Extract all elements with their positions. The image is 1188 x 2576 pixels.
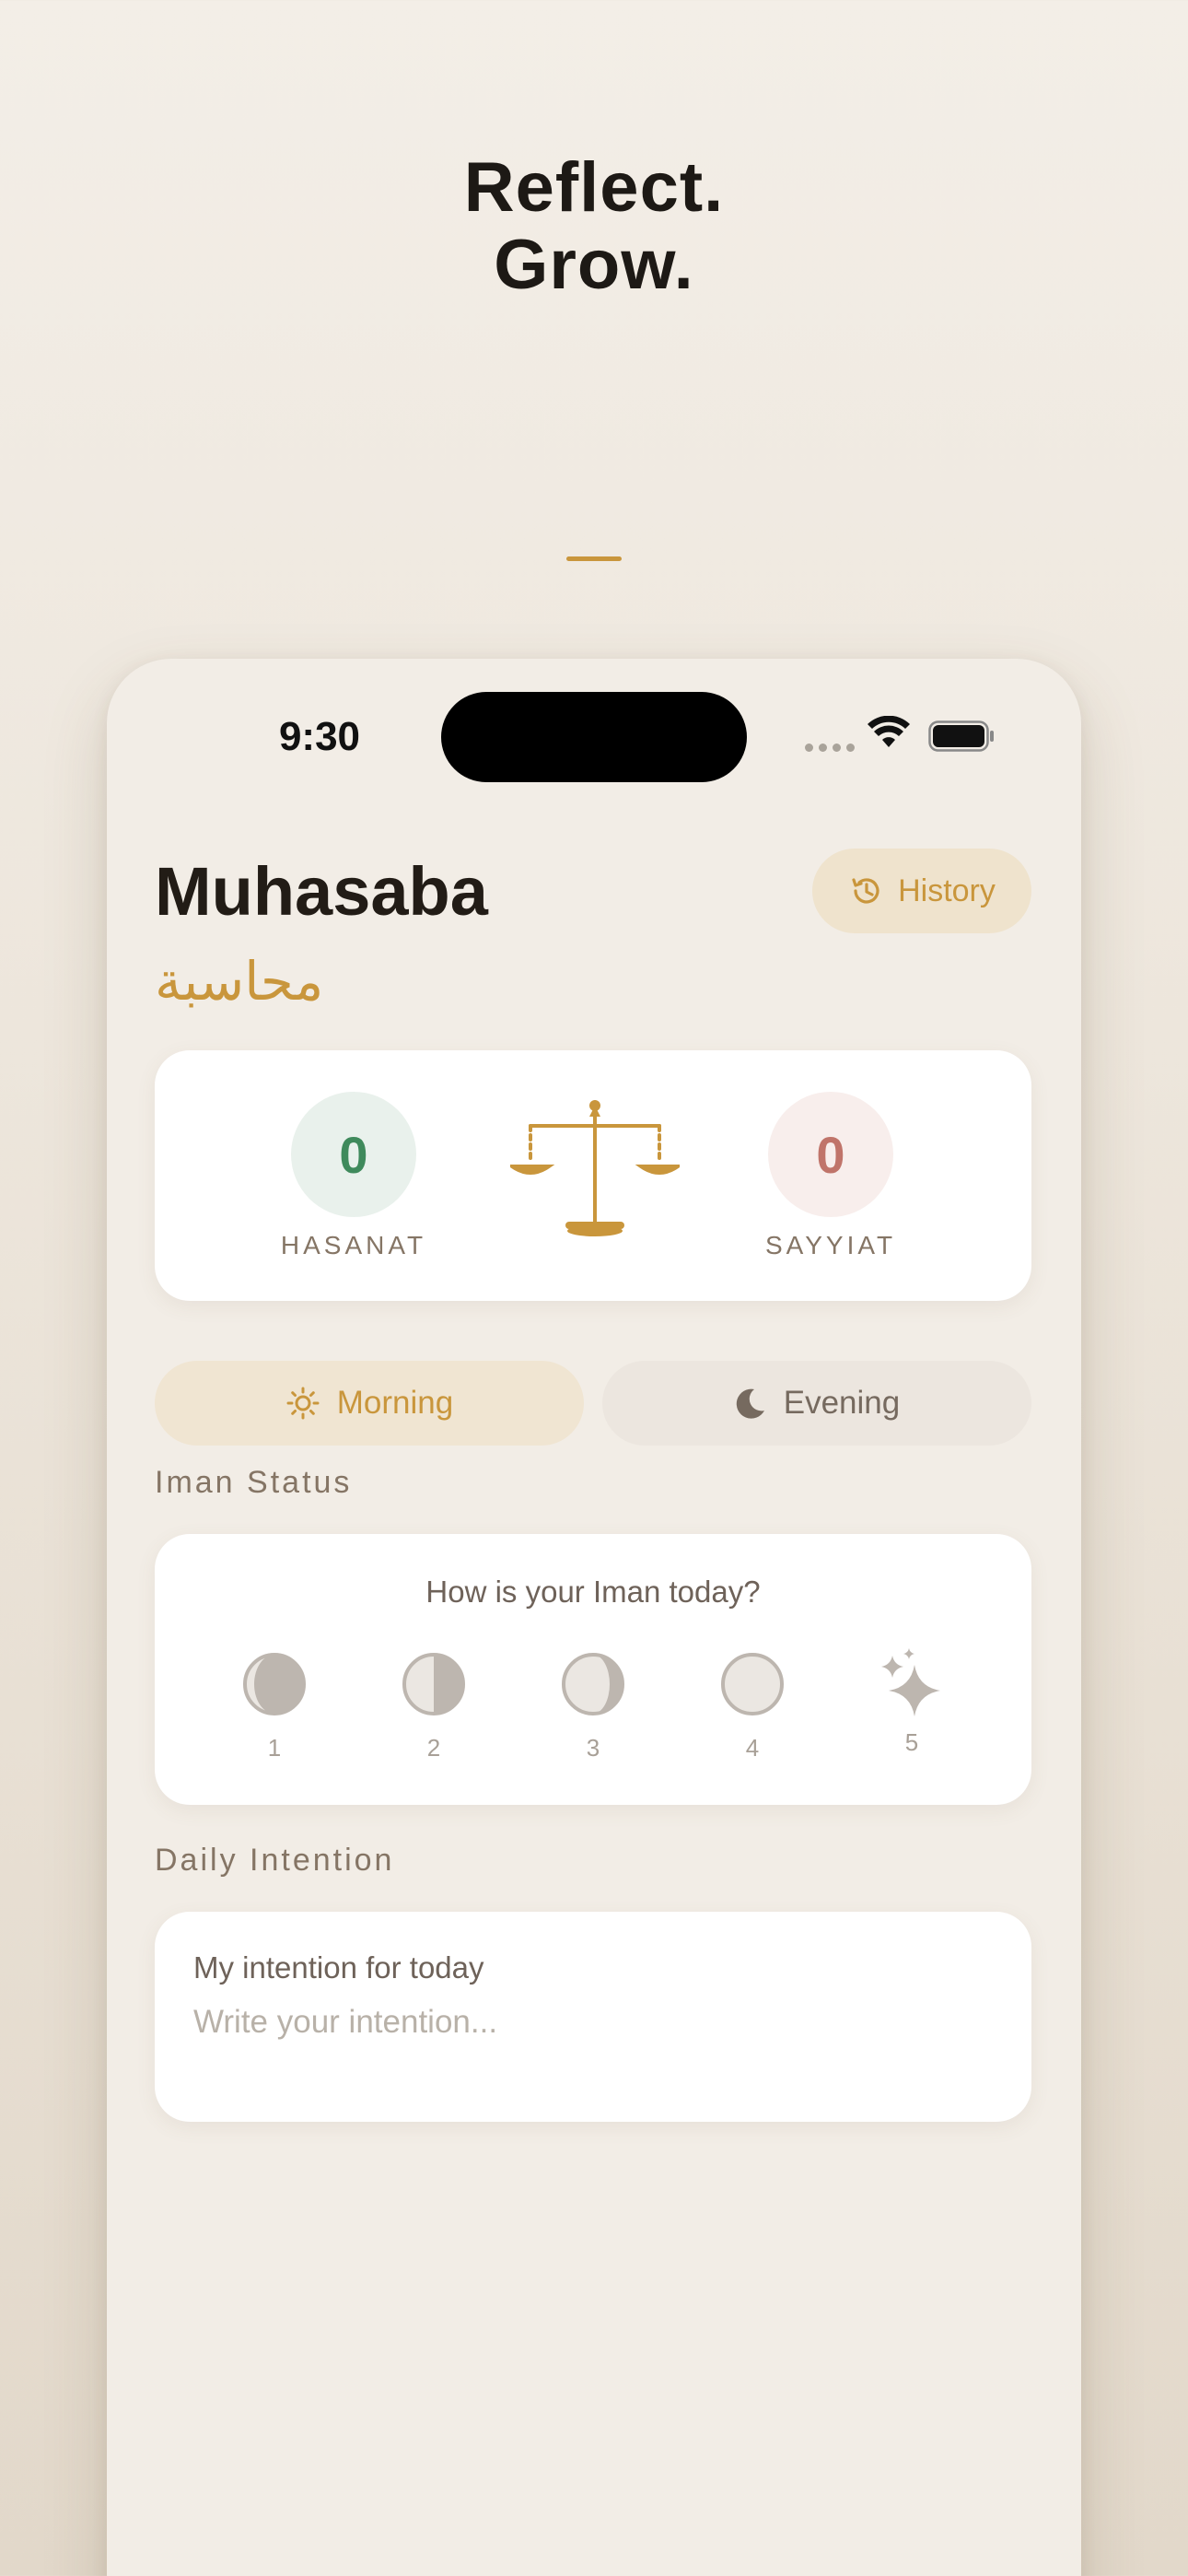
iman-section-label: Iman Status	[155, 1465, 353, 1500]
sayyiat-counter[interactable]: 0	[768, 1092, 893, 1217]
intention-input[interactable]	[193, 2004, 985, 2041]
status-time: 9:30	[278, 714, 361, 759]
hasanat-label: HASANAT	[280, 1231, 427, 1259]
intention-card: My intention for today	[155, 1912, 1031, 2122]
sun-icon	[286, 1387, 320, 1420]
promo-headline: Reflect. Grow.	[0, 149, 1188, 304]
cellular-signal-icon	[805, 744, 855, 752]
battery-icon	[928, 720, 994, 752]
iman-option-3[interactable]: 3	[547, 1652, 639, 1762]
iman-option-4-number: 4	[745, 1734, 760, 1762]
moon-phase-4-icon	[721, 1653, 784, 1715]
sayyiat-label: SAYYIAT	[764, 1231, 897, 1259]
intention-label: My intention for today	[193, 1950, 484, 1985]
moon-phase-1-icon	[243, 1653, 306, 1715]
iman-option-4[interactable]: 4	[706, 1652, 798, 1762]
evening-tab[interactable]: Evening	[602, 1361, 1031, 1446]
history-button-label: History	[898, 872, 996, 908]
sparkles-icon	[881, 1648, 940, 1716]
scale-card: 0 HASANAT 0 SAYYIAT	[155, 1050, 1031, 1301]
morning-tab[interactable]: Morning	[155, 1361, 584, 1446]
evening-tab-label: Evening	[783, 1385, 901, 1421]
iman-option-5[interactable]: 5	[866, 1646, 958, 1757]
iman-option-5-number: 5	[904, 1728, 919, 1756]
promo-line-2: Grow.	[494, 226, 694, 304]
history-icon	[852, 878, 879, 904]
balance-scale-icon	[510, 1100, 680, 1236]
hasanat-counter[interactable]: 0	[291, 1092, 416, 1217]
moon-phase-3-icon	[562, 1653, 624, 1715]
iman-card: How is your Iman today? 1 2 3 4 5	[155, 1534, 1031, 1805]
iman-option-1[interactable]: 1	[228, 1652, 320, 1762]
page-title: Muhasaba	[155, 853, 488, 930]
dynamic-island	[441, 692, 747, 782]
phone-frame: 9:30 Muhasaba محاسبة History 0 HASANAT 0…	[107, 659, 1081, 2576]
promo-line-1: Reflect.	[463, 148, 725, 227]
iman-option-1-number: 1	[267, 1734, 282, 1762]
morning-tab-label: Morning	[336, 1385, 454, 1421]
iman-option-2-number: 2	[426, 1734, 441, 1762]
wifi-icon	[868, 716, 910, 747]
history-button[interactable]: History	[812, 849, 1031, 933]
intention-section-label: Daily Intention	[155, 1843, 395, 1878]
page-subtitle-arabic: محاسبة	[155, 950, 324, 1013]
iman-question: How is your Iman today?	[425, 1575, 761, 1609]
accent-divider	[566, 556, 622, 561]
iman-option-3-number: 3	[586, 1734, 600, 1762]
moon-phase-2-icon	[402, 1653, 465, 1715]
moon-icon	[736, 1388, 764, 1419]
iman-option-2[interactable]: 2	[388, 1652, 480, 1762]
